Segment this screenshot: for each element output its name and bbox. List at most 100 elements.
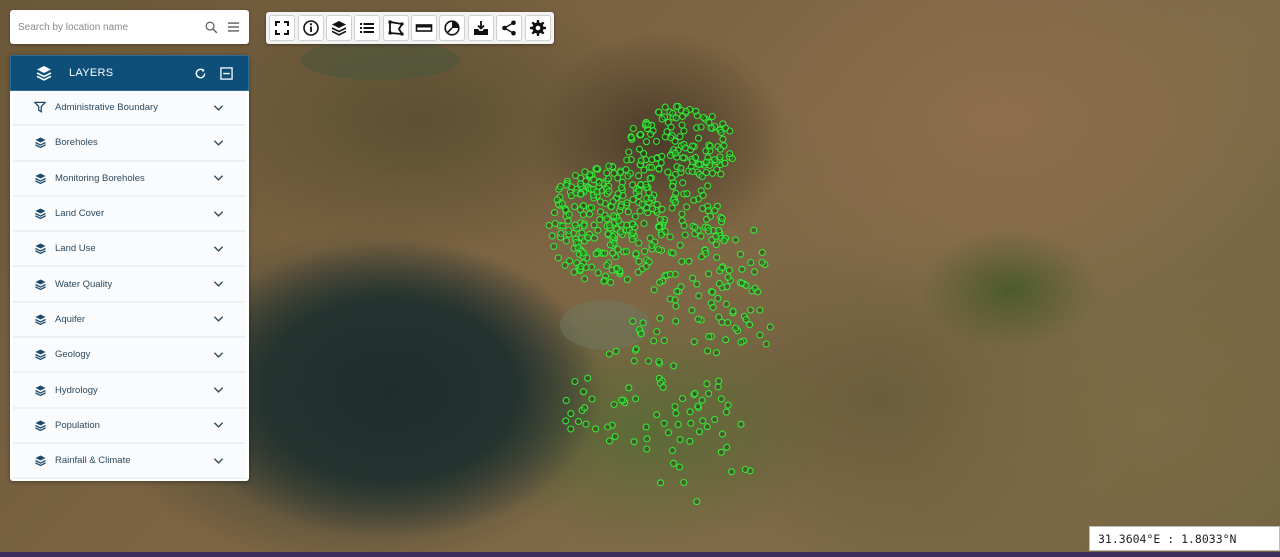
borehole-point[interactable] bbox=[715, 313, 723, 321]
borehole-point[interactable] bbox=[617, 183, 626, 192]
borehole-point[interactable] bbox=[691, 223, 699, 231]
borehole-point[interactable] bbox=[672, 409, 680, 417]
borehole-point[interactable] bbox=[655, 245, 663, 254]
borehole-point[interactable] bbox=[557, 229, 565, 238]
borehole-point[interactable] bbox=[690, 338, 698, 346]
borehole-point[interactable] bbox=[738, 279, 746, 287]
borehole-point[interactable] bbox=[758, 258, 766, 267]
borehole-point[interactable] bbox=[679, 154, 687, 162]
borehole-point[interactable] bbox=[658, 115, 666, 123]
borehole-point[interactable] bbox=[571, 203, 579, 211]
borehole-point[interactable] bbox=[717, 448, 725, 456]
statistics-button[interactable] bbox=[439, 15, 466, 41]
layer-item-land-cover[interactable]: Land Cover bbox=[13, 196, 246, 233]
info-button[interactable] bbox=[297, 15, 324, 41]
borehole-point[interactable] bbox=[605, 437, 614, 445]
borehole-point[interactable] bbox=[579, 249, 588, 257]
borehole-point[interactable] bbox=[722, 336, 730, 344]
borehole-point[interactable] bbox=[605, 162, 613, 170]
layer-item-hydrology[interactable]: Hydrology bbox=[13, 373, 246, 409]
borehole-point[interactable] bbox=[609, 197, 617, 206]
borehole-point[interactable] bbox=[699, 417, 707, 425]
borehole-point[interactable] bbox=[609, 232, 617, 240]
borehole-point[interactable] bbox=[672, 189, 680, 197]
borehole-point[interactable] bbox=[746, 321, 754, 329]
borehole-point[interactable] bbox=[644, 357, 653, 365]
borehole-point[interactable] bbox=[669, 459, 678, 467]
borehole-point[interactable] bbox=[754, 288, 762, 296]
borehole-point[interactable] bbox=[705, 390, 713, 398]
borehole-point[interactable] bbox=[709, 288, 717, 296]
borehole-point[interactable] bbox=[581, 275, 589, 283]
borehole-point[interactable] bbox=[646, 234, 654, 242]
borehole-point[interactable] bbox=[571, 377, 579, 386]
borehole-point[interactable] bbox=[640, 219, 648, 228]
borehole-point[interactable] bbox=[669, 109, 677, 117]
borehole-point[interactable] bbox=[691, 154, 700, 162]
chevron-down-icon[interactable] bbox=[212, 313, 224, 325]
borehole-point[interactable] bbox=[562, 417, 570, 425]
borehole-point[interactable] bbox=[679, 179, 687, 187]
borehole-point[interactable] bbox=[658, 152, 666, 160]
borehole-point[interactable] bbox=[648, 241, 656, 249]
borehole-point[interactable] bbox=[686, 437, 694, 445]
borehole-point[interactable] bbox=[715, 377, 723, 385]
borehole-point[interactable] bbox=[724, 319, 732, 327]
borehole-point[interactable] bbox=[603, 169, 611, 177]
borehole-point[interactable] bbox=[630, 357, 638, 365]
borehole-point[interactable] bbox=[635, 239, 643, 247]
borehole-point[interactable] bbox=[732, 236, 740, 244]
borehole-point[interactable] bbox=[632, 345, 640, 353]
borehole-point[interactable] bbox=[680, 478, 688, 487]
borehole-point[interactable] bbox=[671, 198, 680, 206]
borehole-point[interactable] bbox=[562, 396, 570, 405]
collapse-icon[interactable] bbox=[218, 65, 234, 81]
borehole-point[interactable] bbox=[714, 294, 722, 302]
borehole-point[interactable] bbox=[712, 241, 720, 249]
borehole-point[interactable] bbox=[635, 172, 643, 180]
borehole-point[interactable] bbox=[700, 113, 708, 122]
download-button[interactable] bbox=[467, 15, 494, 41]
borehole-point[interactable] bbox=[668, 174, 676, 182]
layer-item-water-quality[interactable]: Water Quality bbox=[13, 267, 246, 303]
borehole-point[interactable] bbox=[703, 380, 711, 388]
borehole-point[interactable] bbox=[756, 306, 764, 314]
borehole-point[interactable] bbox=[650, 286, 658, 294]
borehole-point[interactable] bbox=[578, 229, 586, 237]
borehole-point[interactable] bbox=[588, 395, 596, 403]
borehole-point[interactable] bbox=[612, 347, 620, 355]
borehole-point[interactable] bbox=[655, 223, 663, 231]
borehole-point[interactable] bbox=[672, 317, 680, 325]
borehole-point[interactable] bbox=[694, 402, 702, 410]
borehole-point[interactable] bbox=[652, 137, 661, 145]
borehole-point[interactable] bbox=[681, 144, 689, 152]
borehole-point[interactable] bbox=[610, 400, 618, 409]
borehole-point[interactable] bbox=[664, 168, 672, 176]
borehole-point[interactable] bbox=[724, 401, 732, 409]
borehole-point[interactable] bbox=[668, 204, 676, 212]
borehole-point[interactable] bbox=[624, 208, 632, 216]
borehole-point[interactable] bbox=[703, 215, 711, 223]
borehole-point[interactable] bbox=[648, 163, 656, 172]
borehole-point[interactable] bbox=[562, 237, 570, 245]
borehole-point[interactable] bbox=[685, 257, 693, 265]
borehole-point[interactable] bbox=[676, 436, 684, 444]
chevron-down-icon[interactable] bbox=[212, 349, 224, 361]
borehole-point[interactable] bbox=[717, 395, 725, 403]
borehole-point[interactable] bbox=[623, 276, 631, 284]
borehole-point[interactable] bbox=[672, 102, 681, 111]
borehole-point[interactable] bbox=[574, 244, 582, 252]
borehole-point[interactable] bbox=[666, 233, 674, 241]
borehole-point[interactable] bbox=[737, 420, 745, 428]
fullscreen-button[interactable] bbox=[269, 15, 296, 41]
borehole-point[interactable] bbox=[655, 165, 663, 173]
basemap-layers-button[interactable] bbox=[325, 15, 352, 41]
borehole-point[interactable] bbox=[654, 108, 663, 116]
borehole-point[interactable] bbox=[590, 176, 598, 184]
borehole-point[interactable] bbox=[678, 210, 686, 218]
borehole-point[interactable] bbox=[558, 200, 566, 208]
borehole-point[interactable] bbox=[723, 283, 731, 291]
borehole-point[interactable] bbox=[584, 234, 592, 242]
borehole-point[interactable] bbox=[642, 138, 651, 146]
borehole-point[interactable] bbox=[614, 190, 622, 198]
